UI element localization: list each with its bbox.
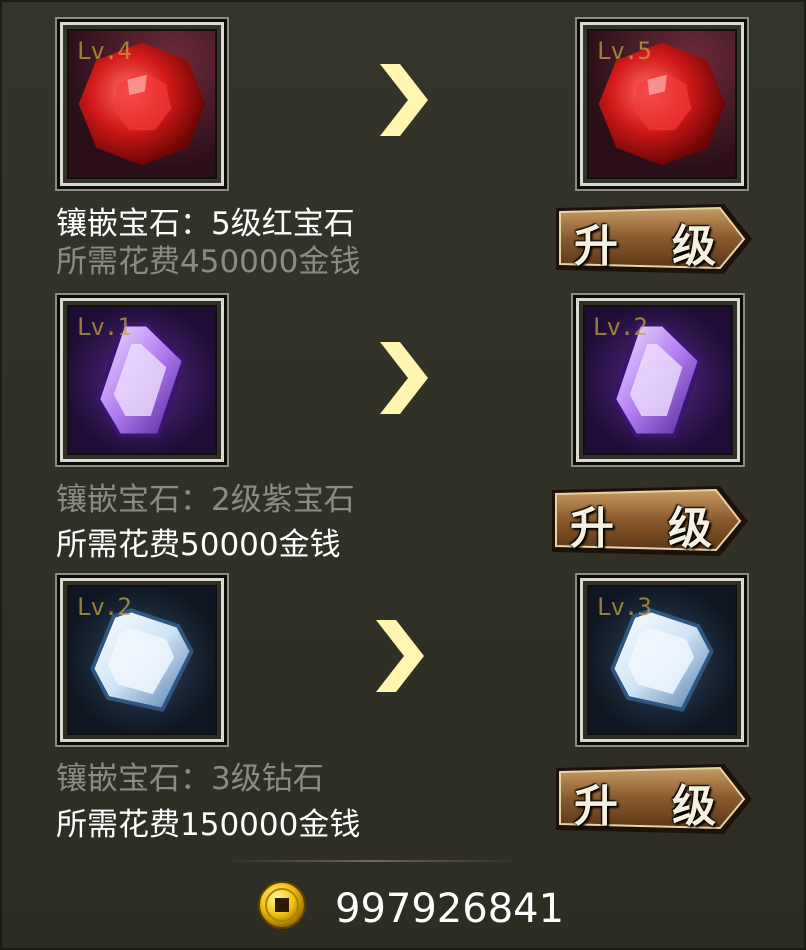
next-level-label: Lv.2 (593, 313, 648, 341)
next-gem-slot[interactable]: Lv.2 (576, 298, 740, 462)
upgrade-button[interactable]: 升 级 (550, 484, 750, 558)
cost-text: 所需花费150000金钱 (56, 807, 361, 843)
upgrade-panel: Lv.4 Lv.5 镶嵌宝石：5级红宝石 所需花费450000金钱 升 级 Lv… (0, 0, 806, 950)
current-gem-slot[interactable]: Lv.2 (60, 578, 224, 742)
upgrade-button[interactable]: 升 级 (554, 762, 754, 836)
footer-divider (222, 860, 522, 862)
next-gem-slot[interactable]: Lv.3 (580, 578, 744, 742)
gold-amount: 997926841 (335, 886, 565, 932)
inlay-gem-text: 镶嵌宝石：3级钻石 (56, 761, 324, 797)
current-level-label: Lv.2 (77, 593, 132, 621)
current-gem-slot[interactable]: Lv.1 (60, 298, 224, 462)
inlay-gem-text: 镶嵌宝石：2级紫宝石 (56, 482, 355, 518)
current-level-label: Lv.1 (77, 313, 132, 341)
next-level-label: Lv.3 (597, 593, 652, 621)
gem-row-diamond: Lv.2 Lv.3 镶嵌宝石：3级钻石 所需花费150000金钱 升 级 (2, 2, 806, 842)
cost-text: 所需花费50000金钱 (56, 527, 341, 563)
chevron-right-icon (380, 342, 428, 414)
chevron-right-icon (376, 620, 424, 692)
gold-coin-icon (258, 881, 306, 929)
